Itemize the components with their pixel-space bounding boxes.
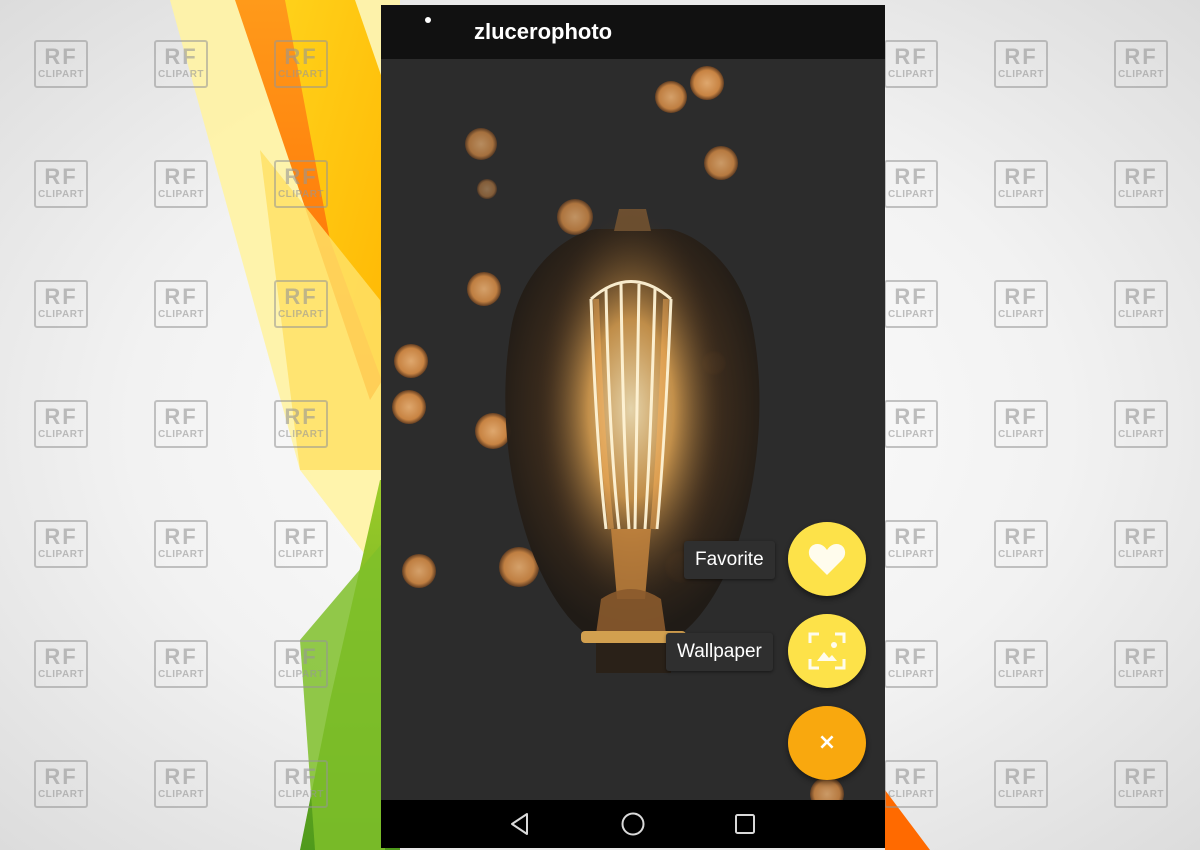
set-wallpaper-button[interactable] (788, 614, 866, 688)
nav-recents-button[interactable] (730, 809, 760, 839)
wallpaper-photo[interactable] (381, 59, 885, 800)
watermark: RF CLIPART (884, 40, 938, 88)
watermark: RF CLIPART (154, 520, 208, 568)
watermark: RF CLIPART (274, 280, 328, 328)
watermark: RF CLIPART (154, 640, 208, 688)
watermark: RF CLIPART (154, 400, 208, 448)
system-navigation-bar (381, 800, 885, 848)
watermark: RF CLIPART (154, 40, 208, 88)
recents-square-icon (735, 814, 755, 834)
watermark: RF CLIPART (154, 760, 208, 808)
watermark: RF CLIPART (1114, 760, 1168, 808)
wallpaper-icon (808, 632, 846, 670)
watermark: RF CLIPART (884, 400, 938, 448)
watermark: RF CLIPART (34, 160, 88, 208)
watermark: RF CLIPART (994, 280, 1048, 328)
watermark: RF CLIPART (994, 400, 1048, 448)
watermark: RF CLIPART (34, 280, 88, 328)
watermark: RF CLIPART (34, 760, 88, 808)
watermark: RF CLIPART (274, 40, 328, 88)
heart-icon (808, 544, 846, 575)
speed-dial-close-button[interactable]: × (788, 706, 866, 780)
watermark: RF CLIPART (994, 40, 1048, 88)
watermark: RF CLIPART (1114, 160, 1168, 208)
nav-home-button[interactable] (618, 809, 648, 839)
watermark: RF CLIPART (274, 760, 328, 808)
watermark: RF CLIPART (994, 760, 1048, 808)
watermark: RF CLIPART (34, 520, 88, 568)
watermark: RF CLIPART (34, 640, 88, 688)
watermark: RF CLIPART (154, 280, 208, 328)
watermark: RF CLIPART (274, 520, 328, 568)
watermark: RF CLIPART (1114, 280, 1168, 328)
favorite-button[interactable] (788, 522, 866, 596)
wallpaper-label[interactable]: Wallpaper (666, 633, 773, 671)
watermark: RF CLIPART (884, 280, 938, 328)
watermark: RF CLIPART (884, 640, 938, 688)
app-title: zlucerophoto (474, 19, 613, 44)
watermark: RF CLIPART (1114, 640, 1168, 688)
back-triangle-icon (511, 813, 528, 835)
close-icon: × (817, 730, 837, 755)
nav-back-button[interactable] (505, 809, 535, 839)
app-bar: zlucerophoto (381, 5, 885, 59)
watermark: RF CLIPART (994, 640, 1048, 688)
watermark: RF CLIPART (274, 640, 328, 688)
edison-bulb-image (381, 59, 885, 800)
status-dot (425, 17, 431, 23)
watermark: RF CLIPART (884, 760, 938, 808)
watermark: RF CLIPART (994, 160, 1048, 208)
watermark: RF CLIPART (1114, 520, 1168, 568)
home-circle-icon (621, 812, 645, 836)
watermark: RF CLIPART (884, 520, 938, 568)
watermark: RF CLIPART (884, 160, 938, 208)
watermark: RF CLIPART (1114, 40, 1168, 88)
watermark: RF CLIPART (154, 160, 208, 208)
watermark: RF CLIPART (994, 520, 1048, 568)
watermark: RF CLIPART (274, 160, 328, 208)
watermark: RF CLIPART (34, 40, 88, 88)
phone-screen: zlucerophoto Favorite Wallpaper × (381, 5, 885, 848)
watermark: RF CLIPART (34, 400, 88, 448)
watermark: RF CLIPART (274, 400, 328, 448)
watermark: RF CLIPART (1114, 400, 1168, 448)
favorite-label[interactable]: Favorite (684, 541, 775, 579)
